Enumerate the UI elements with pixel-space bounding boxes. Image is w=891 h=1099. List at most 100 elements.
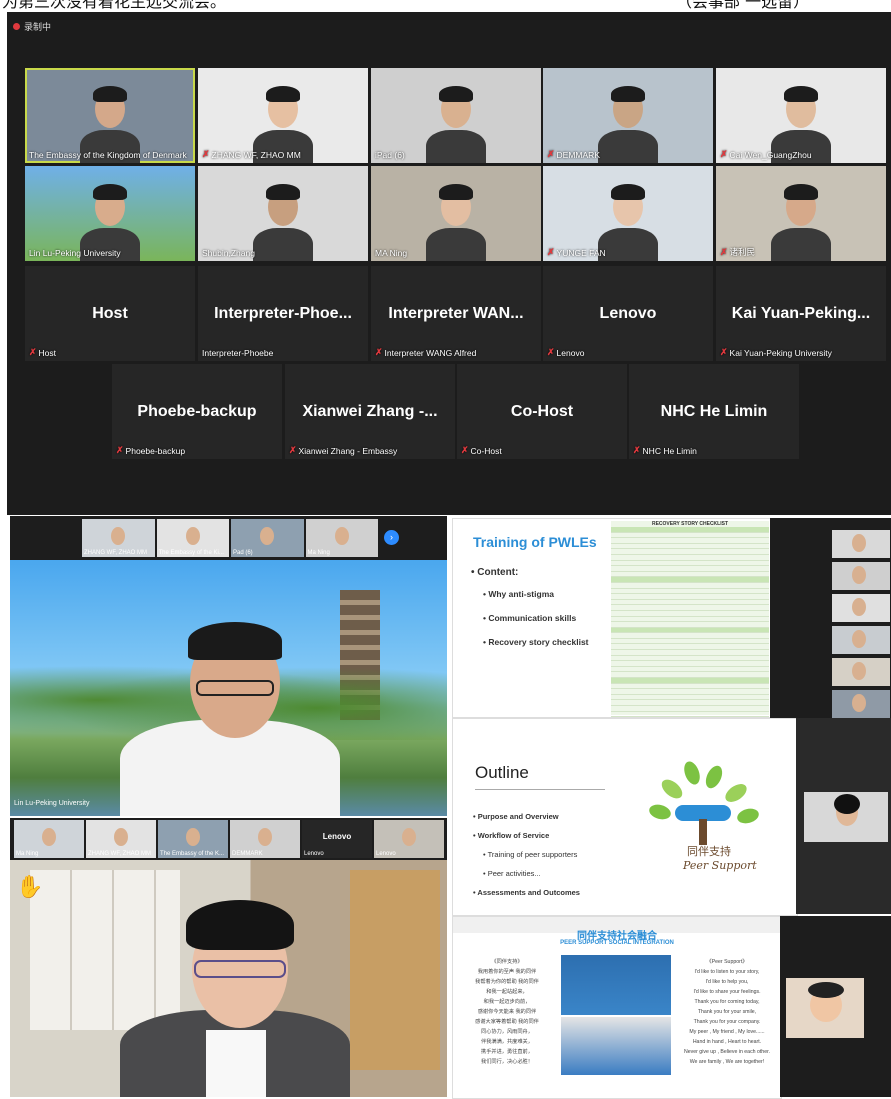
speaker-view-2: Ma Ning ZHANG WF, ZHAO MM The Embassy of t… [10,818,447,1097]
video-tile-label: ✗ ZHANG WF, ZHAO MM [202,149,301,160]
side-thumbnail[interactable] [832,562,890,590]
participant-label: Interpreter-Phoebe [202,348,274,358]
participant-name-tile[interactable]: Interpreter-Phoe... Interpreter-Phoebe [198,266,368,361]
next-page-icon[interactable]: › [384,530,399,545]
cartoon-avatar-video [786,978,864,1038]
video-tile-label: ✗ Cai Wen_GuangZhou [720,149,812,160]
muted-mic-icon: ✗ [289,445,297,455]
video-tile[interactable]: The Embassy of the Kingdom of Denmark [25,68,195,163]
side-thumbnail[interactable] [832,626,890,654]
participant-name-tile[interactable]: Co-Host ✗ Co-Host [457,364,627,459]
side-thumbnail-column [770,518,891,718]
muted-mic-icon: ✗ [547,347,555,357]
shared-slide-social-integration: 同伴支持社会融合 PEER SUPPORT SOCIAL INTEGRATION… [452,916,782,1099]
peer-support-logo-icon: 同伴支持 Peer Support [643,759,763,889]
video-tile-label: ✗ YUNGE FAN [547,247,606,258]
muted-mic-icon: ✗ [720,347,728,357]
video-tile[interactable]: ✗ 诸利民 [716,166,886,261]
video-tile-label: Shubin,Zhang [202,248,255,258]
participant-label: ✗ Xianwei Zhang - Embassy [289,445,398,456]
muted-mic-icon: ✗ [633,445,641,455]
strip-thumbnail[interactable]: The Embassy of the K... [158,820,228,858]
zoom-gallery-view: 录制中 The Embassy of the Kingdom of Denmar… [7,12,891,515]
muted-mic-icon: ✗ [202,149,210,159]
slide1-content-label: • Content: [471,567,519,578]
slide1-bullet: • Communication skills [483,613,577,623]
muted-mic-icon: ✗ [375,347,383,357]
side-thumbnail-cartoon [780,916,891,1097]
recording-dot-icon [13,23,20,30]
participant-name-tile[interactable]: Host ✗ Host [25,266,195,361]
participant-name: Phoebe-backup [137,402,257,420]
side-thumbnail[interactable] [832,658,890,686]
video-tile[interactable]: iPad (6) [371,68,541,163]
participant-name-tile[interactable]: Lenovo ✗ Lenovo [543,266,713,361]
video-tile[interactable]: Lin Lu-Peking University [25,166,195,261]
video-tile[interactable]: ✗ YUNGE FAN [543,166,713,261]
participant-name: Kai Yuan-Peking... [731,304,871,322]
shared-slide-outline: Outline • Purpose and Overview • Workflo… [452,718,798,916]
muted-mic-icon: ✗ [547,149,555,159]
speaker-name-label: Lin Lu-Peking University [14,800,90,807]
slide3-title-en: PEER SUPPORT SOCIAL INTEGRATION [560,940,674,946]
participant-name: Interpreter-Phoe... [214,304,352,322]
video-tile-label: Lin Lu-Peking University [29,248,121,258]
muted-mic-icon: ✗ [29,347,37,357]
speaker-thumbnail-strip-2: Ma Ning ZHANG WF, ZHAO MM The Embassy of t… [10,818,447,860]
video-tile[interactable]: ✗ DEMMARK [543,68,713,163]
video-tile-label: ✗ 诸利民 [720,246,756,258]
video-tile[interactable]: ✗ ZHANG WF, ZHAO MM [198,68,368,163]
participant-name: Lenovo [599,304,657,322]
shared-slide-training: Training of PWLEs • Content: • Why anti-… [452,518,772,718]
side-thumbnail[interactable] [832,690,890,718]
video-tile[interactable]: Shubin,Zhang [198,166,368,261]
speaker-view-1: ZHANG WF, ZHAO MM The Embassy of the Ki..… [10,516,447,816]
muted-mic-icon: ✗ [461,445,469,455]
participant-name-tile[interactable]: Phoebe-backup ✗ Phoebe-backup [112,364,282,459]
side-participant-video [804,792,888,842]
speaker-thumbnail-strip: ZHANG WF, ZHAO MM The Embassy of the Ki..… [10,516,447,560]
muted-mic-icon: ✗ [720,246,728,257]
glasses-icon [194,960,286,978]
caption-left: 为第三次没有着花主远交流会。 [2,0,227,11]
participant-label: ✗ Host [29,347,57,358]
side-thumbnail[interactable] [832,594,890,622]
video-tile-label: MA Ning [375,248,408,258]
strip-thumbnail[interactable]: Lenovo [374,820,444,858]
strip-thumbnail[interactable]: Ma Ning [305,519,378,557]
participant-name-tile[interactable]: Xianwei Zhang -... ✗ Xianwei Zhang - Embas… [285,364,455,459]
strip-thumbnail[interactable]: ZHANG WF, ZHAO MM [82,519,155,557]
participant-name-tile[interactable]: Interpreter WAN... ✗ Interpreter WANG Alfr… [371,266,541,361]
strip-thumbnail[interactable]: Ma Ning [14,820,84,858]
video-tile[interactable]: ✗ Cai Wen_GuangZhou [716,68,886,163]
participant-name: Host [92,304,128,322]
muted-mic-icon: ✗ [547,247,555,257]
strip-thumbnail[interactable]: Lenovo Lenovo [302,820,372,858]
side-thumbnail[interactable] [832,530,890,558]
strip-thumbnail[interactable]: DEMMARK [230,820,300,858]
strip-thumbnail[interactable]: ZHANG WF, ZHAO MM [86,820,156,858]
video-tile[interactable]: MA Ning [371,166,541,261]
video-tile-label: ✗ DEMMARK [547,149,600,160]
cabinet-background [30,870,180,1030]
group-photo-1 [561,955,671,1015]
participant-name: NHC He Limin [660,402,768,420]
participant-label: ✗ Co-Host [461,445,502,456]
slide1-title: Training of PWLEs [473,534,597,550]
recording-indicator: 录制中 [13,20,51,33]
group-photo-2 [561,1017,671,1075]
caption-right: （会事部 一选留） [676,0,810,11]
strip-thumbnail[interactable]: Pad (6) [231,519,304,557]
participant-name: Xianwei Zhang -... [302,402,438,420]
page-caption: 为第三次没有着花主远交流会。 （会事部 一选留） [0,0,891,12]
video-tile-label: The Embassy of the Kingdom of Denmark [29,150,187,160]
slide2-title: Outline [475,763,529,782]
strip-thumbnail[interactable]: The Embassy of the Ki... [156,519,229,557]
participant-name-tile[interactable]: NHC He Limin ✗ NHC He Limin [629,364,799,459]
participant-label: ✗ Phoebe-backup [116,445,186,456]
recording-label: 录制中 [24,22,52,32]
video-tile-label: iPad (6) [375,150,405,160]
participant-name: Interpreter WAN... [388,304,524,322]
slide2-bullets: • Purpose and Overview • Workflow of Ser… [473,812,580,897]
participant-name-tile[interactable]: Kai Yuan-Peking... ✗ Kai Yuan-Peking Unive… [716,266,886,361]
